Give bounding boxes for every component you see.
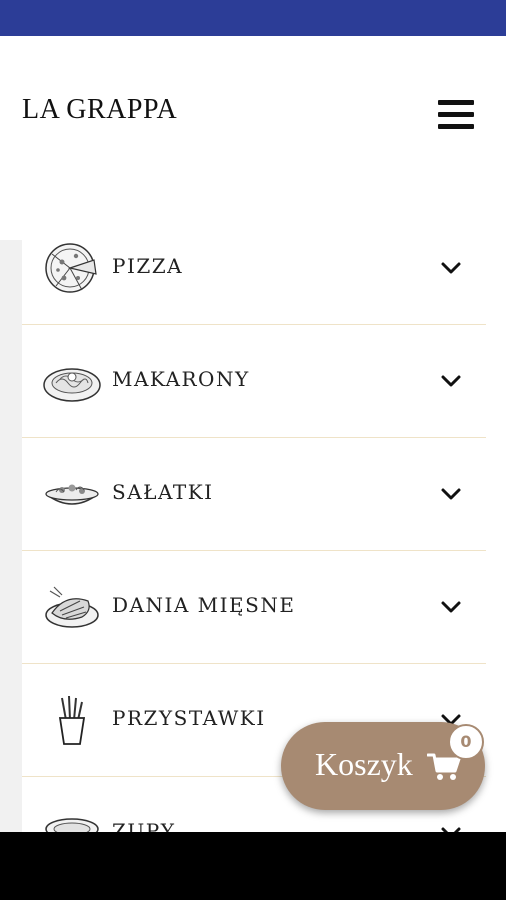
chevron-down-icon[interactable] bbox=[440, 486, 462, 502]
category-item-pizza[interactable]: PIZZA bbox=[22, 212, 486, 325]
pizza-icon bbox=[45, 243, 97, 293]
category-label: DANIA MIĘSNE bbox=[112, 593, 296, 617]
app-header: LA GRAPPA bbox=[0, 36, 506, 206]
meat-dish-icon bbox=[45, 586, 99, 628]
chevron-down-icon[interactable] bbox=[440, 373, 462, 389]
pasta-plate-icon bbox=[43, 368, 101, 402]
system-navigation-bar bbox=[0, 832, 506, 900]
category-item-dania-miesne[interactable]: DANIA MIĘSNE bbox=[22, 551, 486, 664]
side-strip bbox=[0, 240, 22, 832]
hamburger-menu-icon[interactable] bbox=[438, 100, 474, 130]
category-label: PIZZA bbox=[112, 254, 184, 278]
fries-icon bbox=[58, 695, 86, 745]
category-label: MAKARONY bbox=[112, 367, 250, 391]
salad-bowl-icon bbox=[45, 484, 99, 505]
chevron-down-icon[interactable] bbox=[440, 599, 462, 615]
logo[interactable]: LA GRAPPA bbox=[22, 94, 177, 126]
category-item-makarony[interactable]: MAKARONY bbox=[22, 325, 486, 438]
cart-label: Koszyk bbox=[315, 746, 413, 782]
category-label: PRZYSTAWKI bbox=[112, 706, 266, 730]
category-item-salatki[interactable]: SAŁATKI bbox=[22, 438, 486, 551]
status-bar bbox=[0, 0, 506, 36]
chevron-down-icon[interactable] bbox=[440, 260, 462, 276]
category-label: SAŁATKI bbox=[112, 480, 214, 504]
cart-count-badge: 0 bbox=[448, 724, 484, 760]
